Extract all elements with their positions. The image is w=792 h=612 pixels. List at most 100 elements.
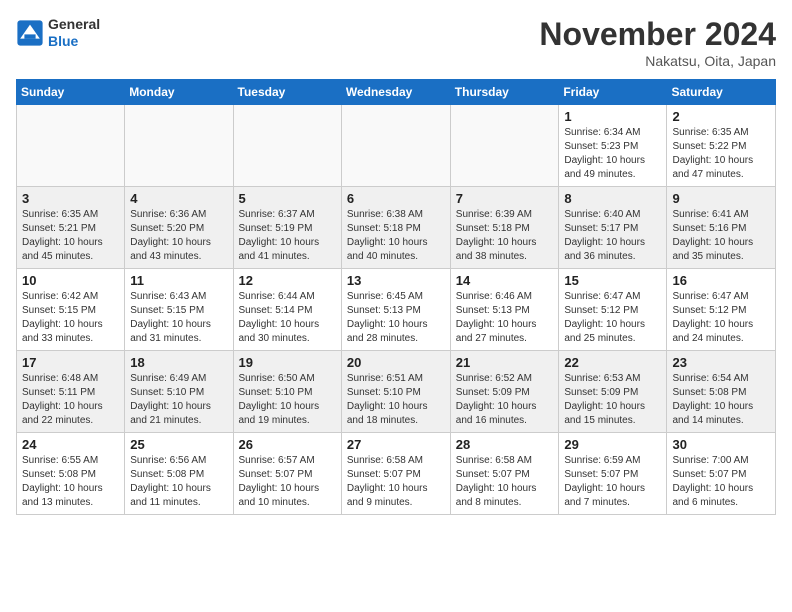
day-number: 17 <box>22 355 119 370</box>
weekday-header: Tuesday <box>233 80 341 105</box>
page-header: General Blue November 2024 Nakatsu, Oita… <box>16 16 776 69</box>
logo-text: General Blue <box>48 16 100 50</box>
calendar-cell: 18Sunrise: 6:49 AM Sunset: 5:10 PM Dayli… <box>125 351 233 433</box>
day-number: 20 <box>347 355 445 370</box>
calendar-week-row: 17Sunrise: 6:48 AM Sunset: 5:11 PM Dayli… <box>17 351 776 433</box>
day-info: Sunrise: 6:46 AM Sunset: 5:13 PM Dayligh… <box>456 290 554 346</box>
day-number: 14 <box>456 273 554 288</box>
day-info: Sunrise: 6:35 AM Sunset: 5:21 PM Dayligh… <box>22 208 119 264</box>
day-info: Sunrise: 6:58 AM Sunset: 5:07 PM Dayligh… <box>456 454 554 510</box>
calendar-cell: 15Sunrise: 6:47 AM Sunset: 5:12 PM Dayli… <box>559 269 667 351</box>
day-info: Sunrise: 6:53 AM Sunset: 5:09 PM Dayligh… <box>564 372 661 428</box>
logo: General Blue <box>16 16 100 50</box>
day-number: 28 <box>456 437 554 452</box>
day-number: 4 <box>130 191 227 206</box>
day-number: 6 <box>347 191 445 206</box>
day-info: Sunrise: 6:47 AM Sunset: 5:12 PM Dayligh… <box>564 290 661 346</box>
calendar-week-row: 3 Sunrise: 6:35 AM Sunset: 5:21 PM Daylig… <box>17 187 776 269</box>
day-info: Sunrise: 6:38 AM Sunset: 5:18 PM Dayligh… <box>347 208 445 264</box>
day-info: Sunrise: 6:57 AM Sunset: 5:07 PM Dayligh… <box>239 454 336 510</box>
day-number: 23 <box>672 355 770 370</box>
day-number: 24 <box>22 437 119 452</box>
calendar-cell: 14 Sunrise: 6:46 AM Sunset: 5:13 PM Dayli… <box>450 269 559 351</box>
day-number: 1 <box>564 109 661 124</box>
day-info: Sunrise: 6:58 AM Sunset: 5:07 PM Dayligh… <box>347 454 445 510</box>
weekday-header: Thursday <box>450 80 559 105</box>
calendar-cell: 3 Sunrise: 6:35 AM Sunset: 5:21 PM Daylig… <box>17 187 125 269</box>
weekday-header: Monday <box>125 80 233 105</box>
calendar-cell: 8Sunrise: 6:40 AM Sunset: 5:17 PM Daylig… <box>559 187 667 269</box>
calendar-cell: 19Sunrise: 6:50 AM Sunset: 5:10 PM Dayli… <box>233 351 341 433</box>
calendar-cell: 16 Sunrise: 6:47 AM Sunset: 5:12 PM Dayli… <box>667 269 776 351</box>
weekday-header: Wednesday <box>341 80 450 105</box>
day-info: Sunrise: 6:41 AM Sunset: 5:16 PM Dayligh… <box>672 208 770 264</box>
calendar-cell <box>233 105 341 187</box>
day-number: 26 <box>239 437 336 452</box>
day-info: Sunrise: 6:54 AM Sunset: 5:08 PM Dayligh… <box>672 372 770 428</box>
location: Nakatsu, Oita, Japan <box>539 53 776 69</box>
calendar-week-row: 10 Sunrise: 6:42 AM Sunset: 5:15 PM Dayli… <box>17 269 776 351</box>
day-info: Sunrise: 6:44 AM Sunset: 5:14 PM Dayligh… <box>239 290 336 346</box>
day-info: Sunrise: 6:37 AM Sunset: 5:19 PM Dayligh… <box>239 208 336 264</box>
day-info: Sunrise: 6:51 AM Sunset: 5:10 PM Dayligh… <box>347 372 445 428</box>
day-number: 5 <box>239 191 336 206</box>
day-number: 11 <box>130 273 227 288</box>
day-info: Sunrise: 6:56 AM Sunset: 5:08 PM Dayligh… <box>130 454 227 510</box>
calendar-cell: 9Sunrise: 6:41 AM Sunset: 5:16 PM Daylig… <box>667 187 776 269</box>
calendar-cell: 12 Sunrise: 6:44 AM Sunset: 5:14 PM Dayli… <box>233 269 341 351</box>
calendar-cell: 22 Sunrise: 6:53 AM Sunset: 5:09 PM Dayli… <box>559 351 667 433</box>
day-number: 3 <box>22 191 119 206</box>
day-number: 30 <box>672 437 770 452</box>
calendar-cell <box>125 105 233 187</box>
day-number: 8 <box>564 191 661 206</box>
day-info: Sunrise: 6:52 AM Sunset: 5:09 PM Dayligh… <box>456 372 554 428</box>
day-number: 25 <box>130 437 227 452</box>
weekday-header: Saturday <box>667 80 776 105</box>
weekday-header: Friday <box>559 80 667 105</box>
day-info: Sunrise: 7:00 AM Sunset: 5:07 PM Dayligh… <box>672 454 770 510</box>
month-title: November 2024 <box>539 16 776 53</box>
calendar-cell: 20 Sunrise: 6:51 AM Sunset: 5:10 PM Dayli… <box>341 351 450 433</box>
logo-icon <box>16 19 44 47</box>
day-number: 10 <box>22 273 119 288</box>
calendar-cell: 1Sunrise: 6:34 AM Sunset: 5:23 PM Daylig… <box>559 105 667 187</box>
calendar-cell: 24 Sunrise: 6:55 AM Sunset: 5:08 PM Dayli… <box>17 433 125 515</box>
calendar-cell: 25 Sunrise: 6:56 AM Sunset: 5:08 PM Dayli… <box>125 433 233 515</box>
calendar-cell: 23 Sunrise: 6:54 AM Sunset: 5:08 PM Dayli… <box>667 351 776 433</box>
calendar-cell: 26 Sunrise: 6:57 AM Sunset: 5:07 PM Dayli… <box>233 433 341 515</box>
calendar-cell: 29Sunrise: 6:59 AM Sunset: 5:07 PM Dayli… <box>559 433 667 515</box>
day-number: 2 <box>672 109 770 124</box>
calendar-cell: 6 Sunrise: 6:38 AM Sunset: 5:18 PM Daylig… <box>341 187 450 269</box>
day-info: Sunrise: 6:50 AM Sunset: 5:10 PM Dayligh… <box>239 372 336 428</box>
calendar-cell <box>341 105 450 187</box>
calendar-cell: 17Sunrise: 6:48 AM Sunset: 5:11 PM Dayli… <box>17 351 125 433</box>
day-number: 16 <box>672 273 770 288</box>
calendar-cell: 13 Sunrise: 6:45 AM Sunset: 5:13 PM Dayli… <box>341 269 450 351</box>
calendar-cell: 27 Sunrise: 6:58 AM Sunset: 5:07 PM Dayli… <box>341 433 450 515</box>
calendar-cell <box>450 105 559 187</box>
weekday-header-row: SundayMondayTuesdayWednesdayThursdayFrid… <box>17 80 776 105</box>
calendar-week-row: 1Sunrise: 6:34 AM Sunset: 5:23 PM Daylig… <box>17 105 776 187</box>
day-info: Sunrise: 6:36 AM Sunset: 5:20 PM Dayligh… <box>130 208 227 264</box>
day-number: 13 <box>347 273 445 288</box>
calendar-table: SundayMondayTuesdayWednesdayThursdayFrid… <box>16 79 776 515</box>
day-info: Sunrise: 6:49 AM Sunset: 5:10 PM Dayligh… <box>130 372 227 428</box>
day-info: Sunrise: 6:55 AM Sunset: 5:08 PM Dayligh… <box>22 454 119 510</box>
day-number: 27 <box>347 437 445 452</box>
day-info: Sunrise: 6:42 AM Sunset: 5:15 PM Dayligh… <box>22 290 119 346</box>
title-block: November 2024 Nakatsu, Oita, Japan <box>539 16 776 69</box>
calendar-week-row: 24 Sunrise: 6:55 AM Sunset: 5:08 PM Dayli… <box>17 433 776 515</box>
day-info: Sunrise: 6:45 AM Sunset: 5:13 PM Dayligh… <box>347 290 445 346</box>
calendar-cell: 5 Sunrise: 6:37 AM Sunset: 5:19 PM Daylig… <box>233 187 341 269</box>
day-info: Sunrise: 6:43 AM Sunset: 5:15 PM Dayligh… <box>130 290 227 346</box>
calendar-cell: 7Sunrise: 6:39 AM Sunset: 5:18 PM Daylig… <box>450 187 559 269</box>
day-number: 12 <box>239 273 336 288</box>
day-number: 22 <box>564 355 661 370</box>
day-number: 7 <box>456 191 554 206</box>
calendar-cell <box>17 105 125 187</box>
day-info: Sunrise: 6:35 AM Sunset: 5:22 PM Dayligh… <box>672 126 770 182</box>
day-info: Sunrise: 6:47 AM Sunset: 5:12 PM Dayligh… <box>672 290 770 346</box>
weekday-header: Sunday <box>17 80 125 105</box>
logo-general: General <box>48 16 100 33</box>
calendar-cell: 28 Sunrise: 6:58 AM Sunset: 5:07 PM Dayli… <box>450 433 559 515</box>
